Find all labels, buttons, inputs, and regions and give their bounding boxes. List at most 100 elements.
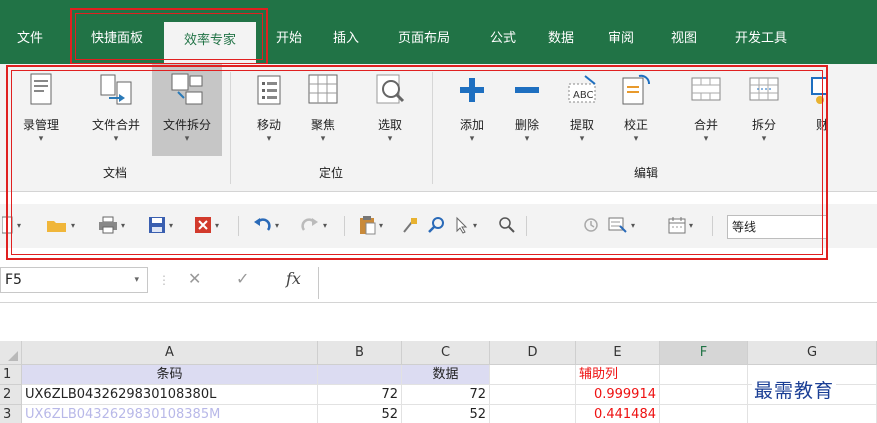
split-cells-button[interactable]: 拆分 ▾ <box>738 64 790 156</box>
select-label: 选取 <box>377 118 402 132</box>
cell-d2[interactable] <box>490 385 576 405</box>
column-header-c[interactable]: C <box>402 341 490 365</box>
new-file-tool[interactable]: ▾ <box>2 214 21 236</box>
close-tool[interactable]: ▾ <box>194 214 219 236</box>
cell-b3[interactable]: 52 <box>318 405 402 423</box>
cell-g3[interactable] <box>748 405 877 423</box>
chevron-down-icon: ▾ <box>275 220 280 230</box>
form-tool[interactable]: ▾ <box>608 214 635 236</box>
printer-icon <box>99 216 117 234</box>
cell-b2[interactable]: 72 <box>318 385 402 405</box>
cancel-icon[interactable]: ✕ <box>188 269 201 288</box>
formula-input[interactable] <box>318 267 877 299</box>
cut-off-button[interactable]: 财 <box>806 64 828 156</box>
zoom-tool[interactable] <box>498 214 516 236</box>
select-all-corner[interactable] <box>0 341 22 365</box>
tab-review[interactable]: 审阅 <box>600 24 642 54</box>
chevron-down-icon: ▾ <box>379 220 384 230</box>
focus-grid-icon <box>308 74 338 104</box>
row-header[interactable]: 3 <box>0 405 22 423</box>
cell-f3[interactable] <box>660 405 748 423</box>
chevron-down-icon: ▾ <box>387 134 393 144</box>
extract-label: 提取 <box>569 118 594 132</box>
cell-c1[interactable]: 数据 <box>402 365 490 385</box>
cell-e3[interactable]: 0.441484 <box>576 405 660 423</box>
tab-developer[interactable]: 开发工具 <box>724 24 798 54</box>
enter-icon[interactable]: ✓ <box>236 269 249 288</box>
tab-quick-panel[interactable]: 快捷面板 <box>80 24 154 54</box>
cell-d1[interactable] <box>490 365 576 385</box>
tab-page-layout[interactable]: 页面布局 <box>388 24 460 54</box>
format-painter-tool[interactable] <box>402 214 418 236</box>
formula-bar: F5 ▾ ⋮ ✕ ✓ fx <box>0 263 877 303</box>
toolbar-divider <box>238 216 239 236</box>
cell-a2[interactable]: UX6ZLB0432629830108380L <box>22 385 318 405</box>
delete-button[interactable]: 删除 ▾ <box>502 64 552 156</box>
add-button[interactable]: 添加 ▾ <box>446 64 498 156</box>
chevron-down-icon: ▾ <box>71 220 76 230</box>
column-header-f[interactable]: F <box>660 341 748 365</box>
split-files-icon <box>171 73 203 105</box>
tab-file[interactable]: 文件 <box>6 24 54 54</box>
column-header-a[interactable]: A <box>22 341 318 365</box>
select-button[interactable]: 选取 ▾ <box>362 64 418 156</box>
row-header[interactable]: 1 <box>0 365 22 385</box>
paste-tool[interactable]: ▾ <box>358 214 383 236</box>
calendar-icon <box>668 217 686 234</box>
split-files-button[interactable]: 文件拆分 ▾ <box>152 64 222 156</box>
cell-c3[interactable]: 52 <box>402 405 490 423</box>
column-header-d[interactable]: D <box>490 341 576 365</box>
move-button[interactable]: 移动 ▾ <box>244 64 294 156</box>
undo-icon <box>254 218 271 231</box>
catalog-manage-label: 录管理 <box>22 118 59 132</box>
name-box[interactable]: F5 ▾ <box>0 267 148 293</box>
chevron-down-icon: ▾ <box>38 134 44 144</box>
toolbar-divider <box>344 216 345 236</box>
merge-cells-button[interactable]: 合并 ▾ <box>680 64 732 156</box>
refresh-tool[interactable] <box>582 214 600 236</box>
cell-a1[interactable]: 条码 <box>22 365 318 385</box>
cell-e2[interactable]: 0.999914 <box>576 385 660 405</box>
cell-f2[interactable] <box>660 385 748 405</box>
save-tool[interactable]: ▾ <box>148 214 173 236</box>
open-folder-tool[interactable]: ▾ <box>46 214 75 236</box>
tab-insert[interactable]: 插入 <box>325 24 367 54</box>
chevron-down-icon: ▾ <box>633 134 639 144</box>
print-tool[interactable]: ▾ <box>98 214 125 236</box>
calendar-tool[interactable]: ▾ <box>668 214 693 236</box>
tab-data[interactable]: 数据 <box>540 24 582 54</box>
group-document-label: 文档 <box>102 166 127 180</box>
correct-button[interactable]: 校正 ▾ <box>610 64 662 156</box>
chevron-down-icon: ▾ <box>266 134 272 144</box>
redo-tool[interactable]: ▾ <box>300 214 327 236</box>
cell-c2[interactable]: 72 <box>402 385 490 405</box>
split-files-label: 文件拆分 <box>162 118 211 132</box>
merge-files-button[interactable]: 文件合并 ▾ <box>80 64 152 156</box>
column-header-e[interactable]: E <box>576 341 660 365</box>
tab-view[interactable]: 视图 <box>663 24 705 54</box>
tab-efficiency-expert[interactable]: 效率专家 <box>164 22 256 64</box>
cell-f1[interactable] <box>660 365 748 385</box>
select-objects-tool[interactable]: ▾ <box>454 214 477 236</box>
row-header[interactable]: 2 <box>0 385 22 405</box>
delete-label: 删除 <box>514 118 539 132</box>
cell-a3[interactable]: UX6ZLB0432629830108385M <box>22 405 318 423</box>
tab-home[interactable]: 开始 <box>268 24 310 54</box>
cell-e1[interactable]: 辅助列 <box>576 365 660 385</box>
cell-d3[interactable] <box>490 405 576 423</box>
undo-tool[interactable]: ▾ <box>252 214 279 236</box>
font-name-input[interactable]: 等线 <box>727 215 827 239</box>
extract-button[interactable]: ABC 提取 ▾ <box>556 64 608 156</box>
find-tool[interactable] <box>428 214 446 236</box>
split-cells-label: 拆分 <box>751 118 776 132</box>
column-header-b[interactable]: B <box>318 341 402 365</box>
cell-b1[interactable] <box>318 365 402 385</box>
catalog-manage-button[interactable]: 录管理 ▾ <box>8 64 74 156</box>
chevron-down-icon: ▾ <box>184 134 190 144</box>
folder-icon <box>47 221 66 232</box>
insert-function-icon[interactable]: fx <box>286 269 301 288</box>
column-header-g[interactable]: G <box>748 341 877 365</box>
tab-formulas[interactable]: 公式 <box>482 24 524 54</box>
zoom-icon <box>499 217 515 233</box>
focus-button[interactable]: 聚焦 ▾ <box>298 64 348 156</box>
